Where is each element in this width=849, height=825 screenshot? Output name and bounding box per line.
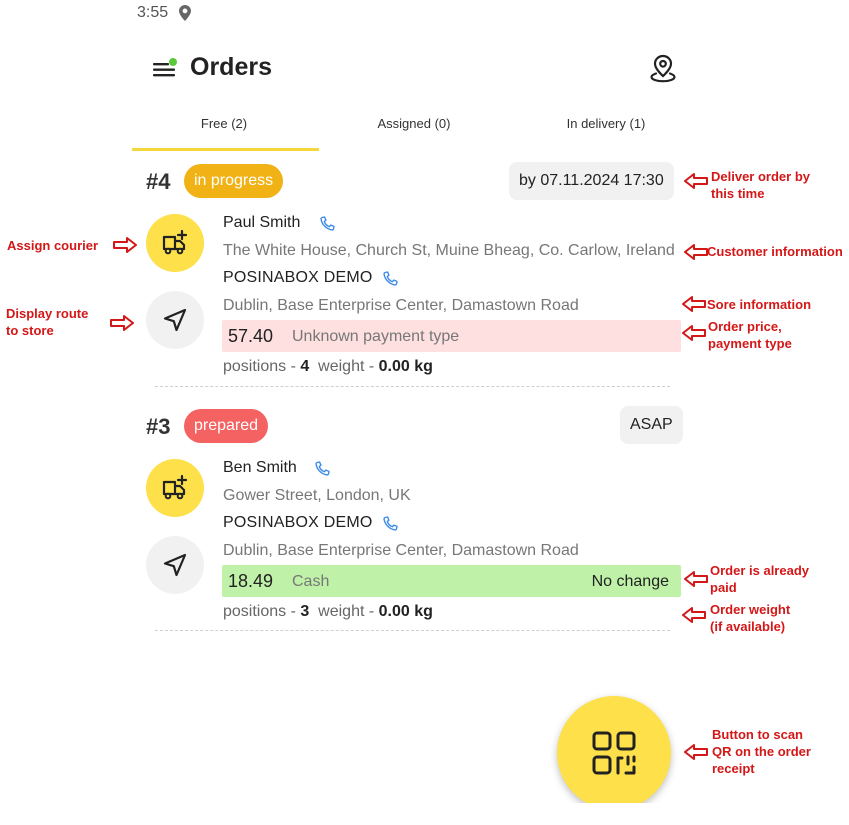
positions-label: positions - [223, 358, 301, 375]
annotation-line: receipt [712, 761, 755, 776]
order-number: #3 [146, 414, 171, 439]
phone-icon[interactable] [314, 461, 330, 477]
order-divider [155, 386, 670, 387]
arrow-left-icon [682, 607, 706, 623]
status-time: 3:55 [137, 4, 169, 21]
payment-row: 57.40 Unknown payment type [222, 320, 681, 352]
arrow-left-icon [682, 325, 706, 341]
positions-weight: positions - 4 weight - 0.00 kg [223, 358, 433, 376]
arrow-left-icon [684, 744, 708, 760]
positions-count: 4 [300, 358, 310, 375]
arrow-left-icon [684, 244, 708, 260]
customer-address: The White House, Church St, Muine Bheag,… [223, 242, 675, 259]
route-to-store-button[interactable] [146, 291, 204, 349]
annotation-line: Order price, [708, 319, 782, 334]
order-price: 18.49 [228, 571, 274, 591]
payment-type: Cash [292, 573, 330, 590]
annotation-already-paid: Order is already paid [710, 562, 809, 596]
status-badge: in progress [184, 164, 284, 198]
order-price: 57.40 [228, 326, 274, 346]
payment-type: Unknown payment type [292, 328, 460, 345]
annotation-line: this time [711, 186, 765, 201]
assign-courier-button[interactable] [146, 214, 204, 272]
weight-label: weight - [318, 358, 379, 375]
annotation-line: Order weight [710, 602, 791, 617]
customer-name: Paul Smith [223, 214, 301, 231]
navigation-arrow-icon [163, 308, 187, 332]
store-address: Dublin, Base Enterprise Center, Damastow… [223, 542, 579, 559]
assign-courier-button[interactable] [146, 459, 204, 517]
weight-value: 0.00 kg [378, 603, 433, 620]
phone-icon[interactable] [319, 216, 335, 232]
bottom-edge [0, 803, 849, 825]
store-address: Dublin, Base Enterprise Center, Damastow… [223, 297, 579, 314]
order-number: #4 [146, 169, 171, 194]
annotation-line: Display route [6, 306, 89, 321]
arrow-left-icon [684, 571, 708, 587]
positions-weight: positions - 3 weight - 0.00 kg [223, 603, 433, 621]
annotation-line: Button to scan [712, 727, 803, 742]
payment-row: 18.49 Cash No change [222, 565, 681, 597]
map-pin-icon[interactable] [648, 53, 678, 83]
annotation-line: QR on the order [712, 744, 811, 759]
deliver-by-pill: ASAP [620, 406, 683, 444]
truck-plus-icon [162, 229, 188, 255]
annotation-assign-courier: Assign courier [7, 238, 99, 253]
navigation-arrow-icon [163, 553, 187, 577]
page-title: Orders [190, 53, 272, 81]
qr-code-icon [592, 731, 636, 775]
annotation-scan-qr: Button to scan QR on the order receipt [712, 726, 811, 777]
weight-value: 0.00 kg [378, 358, 433, 375]
status-badge: prepared [184, 409, 269, 443]
deliver-by-pill: by 07.11.2024 17:30 [509, 162, 674, 200]
payment-extra: No change [591, 573, 669, 590]
customer-name: Ben Smith [223, 459, 297, 476]
annotation-customer-info: Customer information [707, 244, 843, 259]
weight-label: weight - [318, 603, 379, 620]
route-to-store-button[interactable] [146, 536, 204, 594]
phone-icon[interactable] [382, 516, 398, 532]
store-name: POSINABOX DEMO [223, 269, 373, 286]
arrow-right-icon [110, 315, 134, 331]
positions-label: positions - [223, 603, 301, 620]
tab-assigned[interactable]: Assigned (0) [324, 116, 504, 131]
annotation-line: to store [6, 323, 54, 338]
annotation-line: Order is already [710, 563, 809, 578]
annotation-line: (if available) [710, 619, 786, 634]
scan-qr-button[interactable] [557, 696, 671, 810]
annotation-line: Deliver order by [711, 169, 810, 184]
annotation-line: paid [710, 580, 737, 595]
arrow-left-icon [684, 173, 708, 189]
tab-in-delivery[interactable]: In delivery (1) [516, 116, 696, 131]
order-divider [155, 630, 670, 631]
annotation-deliver-by: Deliver order by this time [711, 168, 810, 202]
annotation-display-route: Display route to store [6, 305, 88, 339]
arrow-left-icon [682, 296, 706, 312]
phone-icon[interactable] [382, 271, 398, 287]
arrow-right-icon [113, 237, 137, 253]
customer-address: Gower Street, London, UK [223, 487, 411, 504]
location-icon [179, 5, 191, 21]
tab-free[interactable]: Free (2) [134, 116, 314, 131]
active-tab-indicator [132, 148, 319, 151]
store-name: POSINABOX DEMO [223, 514, 373, 531]
positions-count: 3 [300, 603, 310, 620]
truck-plus-icon [162, 474, 188, 500]
annotation-store-info: Sore information [707, 297, 812, 312]
annotation-order-weight: Order weight (if available) [710, 601, 790, 635]
annotation-line: payment type [708, 336, 792, 351]
annotation-order-price: Order price, payment type [708, 318, 792, 352]
menu-icon[interactable] [152, 58, 178, 80]
